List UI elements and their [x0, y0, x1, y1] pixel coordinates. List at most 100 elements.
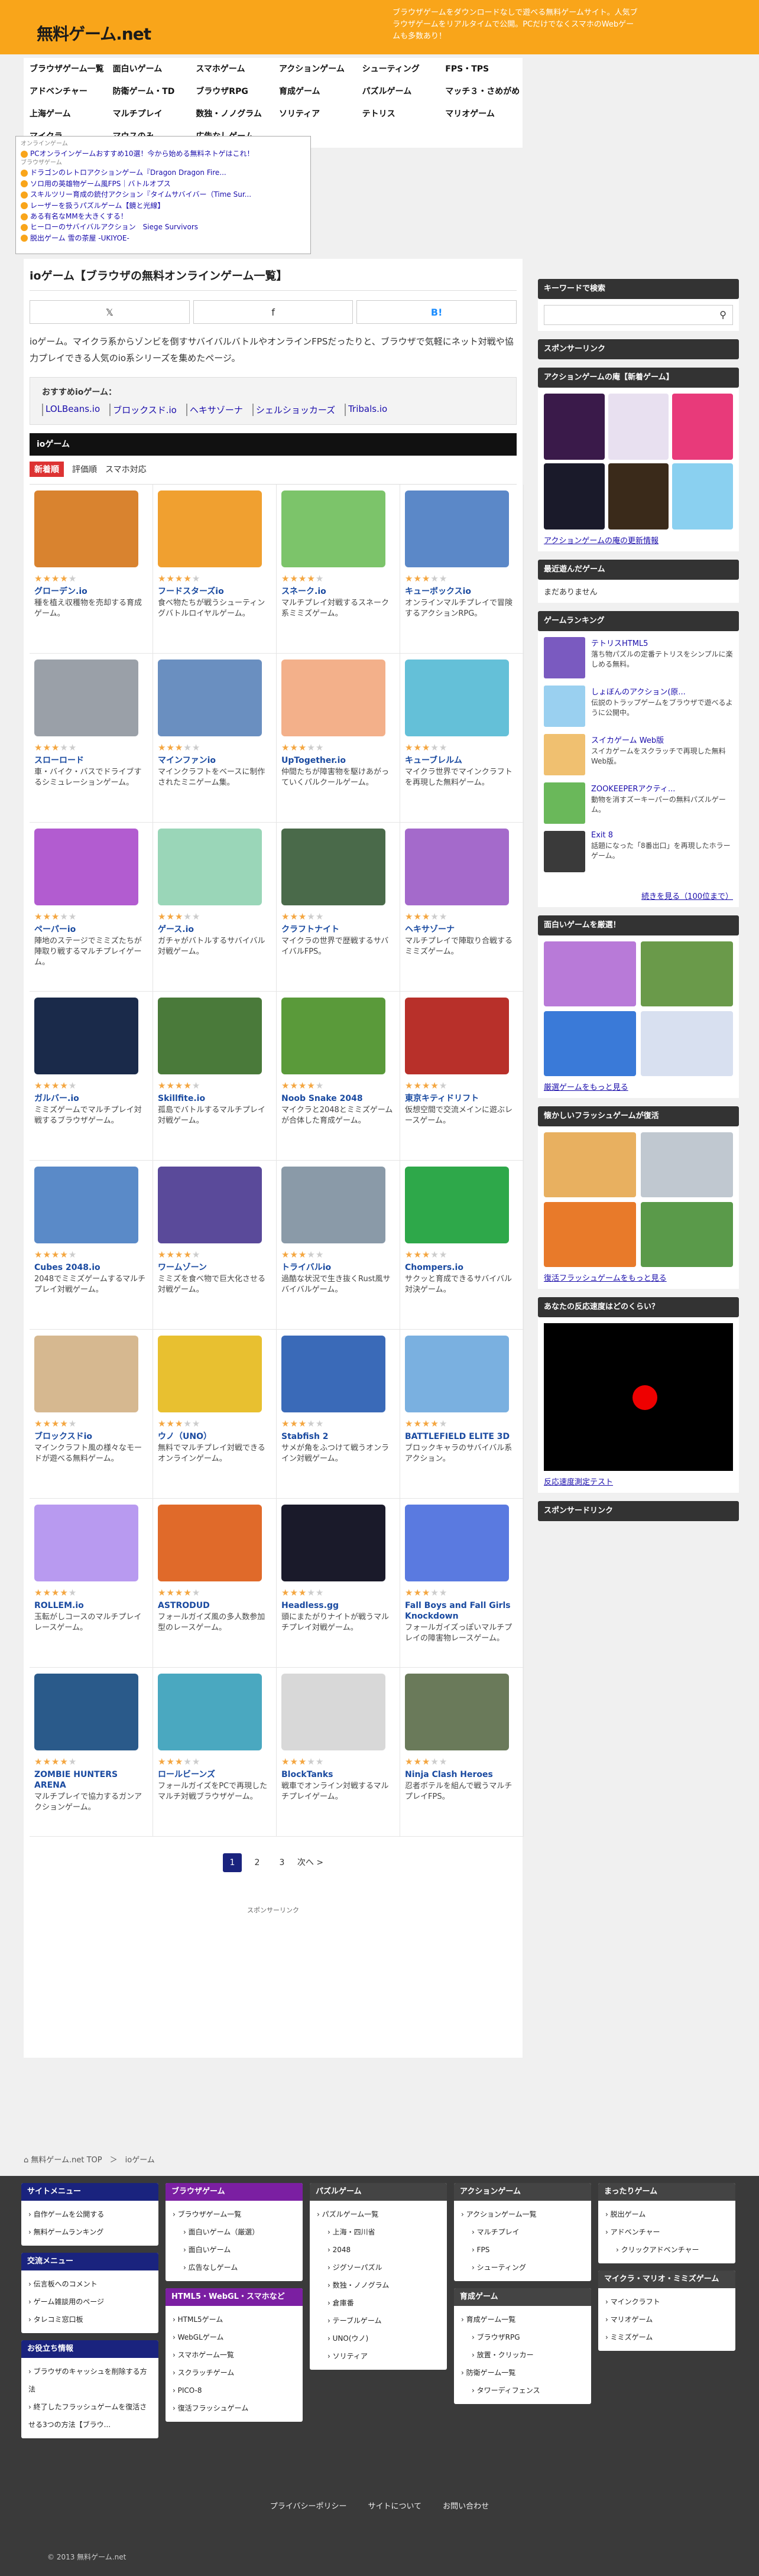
footer-link[interactable]: › アクションゲーム一覧	[461, 2205, 584, 2223]
footer-link[interactable]: › ゲーム雑談用のページ	[28, 2293, 151, 2311]
footer-link[interactable]: › マルチプレイ	[461, 2223, 584, 2241]
game-title[interactable]: BlockTanks	[281, 1769, 395, 1780]
footer-link[interactable]: › アドベンチャー	[605, 2223, 728, 2241]
game-card[interactable]: ★★★★★ BlockTanks 戦車でオンライン対戦するマルチプレイゲーム。	[277, 1668, 400, 1837]
reaction-test-area[interactable]	[544, 1323, 733, 1471]
ranking-title[interactable]: しょぼんのアクション(原...	[591, 688, 686, 697]
share-hatena-button[interactable]: B!	[356, 300, 517, 324]
game-title[interactable]: Chompers.io	[405, 1262, 518, 1273]
game-title[interactable]: キューブレルム	[405, 755, 518, 766]
footer-link[interactable]: › 上海・四川省	[317, 2223, 440, 2241]
game-card[interactable]: ★★★★★ グローデン.io 種を植え収穫物を売却する育成ゲーム。	[30, 485, 153, 654]
footer-link[interactable]: › 広告なしゲーム	[173, 2259, 296, 2276]
footer-link[interactable]: › ブラウザのキャッシュを削除する方法	[28, 2363, 151, 2398]
game-title[interactable]: 東京キティドリフト	[405, 1093, 518, 1104]
footer-link[interactable]: › パズルゲーム一覧	[317, 2205, 440, 2223]
game-title[interactable]: ガルバー.io	[34, 1093, 148, 1104]
news-link[interactable]: スキルツリー育成の銃付アクション『タイムサバイバー（Time Sur...	[30, 190, 251, 199]
arcade-link[interactable]: アクションゲームの庵の更新情報	[544, 534, 733, 545]
game-card[interactable]: ★★★★★ Headless.gg 頭にまたがりナイトが戦うマルチプレイ対戦ゲーム。	[277, 1499, 400, 1668]
nav-item[interactable]: パズルゲーム	[356, 80, 440, 103]
game-thumbnail[interactable]	[281, 829, 385, 905]
nav-item[interactable]: スマホゲーム	[190, 58, 273, 80]
footer-link[interactable]: › WebGLゲーム	[173, 2328, 296, 2346]
game-thumbnail[interactable]	[405, 490, 509, 567]
game-card[interactable]: ★★★★★ スネーク.io マルチプレイ対戦するスネーク系ミミズゲーム。	[277, 485, 400, 654]
footer-link[interactable]: › タレコミ窓口板	[28, 2311, 151, 2328]
footer-link[interactable]: › 数独・ノノグラム	[317, 2276, 440, 2294]
footer-link-label[interactable]: 無料ゲームランキング	[34, 2228, 104, 2236]
game-thumbnail[interactable]	[281, 1674, 385, 1750]
footer-link-label[interactable]: タレコミ窓口板	[34, 2315, 83, 2324]
game-title[interactable]: ワームゾーン	[158, 1262, 271, 1273]
game-title[interactable]: マインファンio	[158, 755, 271, 766]
game-thumbnail[interactable]	[158, 660, 262, 736]
game-thumbnail[interactable]	[34, 1167, 138, 1243]
game-card[interactable]: ★★★★★ ロールビーンズ フォールガイズをPCで再現したマルチ対戦ブラウザゲーム。	[153, 1668, 277, 1837]
game-card[interactable]: ★★★★★ Stabfish 2 サメが角をふつけて戦うオンライン対戦ゲーム。	[277, 1330, 400, 1499]
search-icon[interactable]: ⚲	[719, 309, 726, 320]
nav-item[interactable]: 数独・ノノグラム	[190, 103, 273, 125]
game-thumbnail[interactable]	[158, 1674, 262, 1750]
footer-link-label[interactable]: ブラウザのキャッシュを削除する方法	[28, 2367, 147, 2393]
game-card[interactable]: ★★★★★ フードスターズio 食べ物たちが戦うシューティングバトルロイヤルゲーム。	[153, 485, 277, 654]
ranking-item[interactable]: Exit 8 話題になった「8番出口」を再現したホラーゲーム。	[544, 831, 733, 872]
game-thumbnail[interactable]	[544, 394, 605, 460]
game-thumbnail[interactable]	[34, 660, 138, 736]
game-card[interactable]: ★★★★★ Ninja Clash Heroes 忍者ボテルを組んで戦うマルチプレイ…	[400, 1668, 524, 1837]
recommend-link[interactable]: ブロックスド.io	[109, 404, 177, 416]
breadcrumb[interactable]: ⌂ 無料ゲーム.net TOP ＞ ioゲーム	[24, 2153, 155, 2165]
site-logo[interactable]: 無料ゲーム.net	[37, 21, 151, 45]
share-x-button[interactable]: 𝕏	[30, 300, 190, 324]
game-thumbnail[interactable]	[544, 1202, 636, 1267]
footer-link[interactable]: › ジグソーパズル	[317, 2259, 440, 2276]
nav-item[interactable]: アクションゲーム	[273, 58, 356, 80]
game-card[interactable]: ★★★★★ キューボックスio オンラインマルチプレイで冒険するアクションRPG。	[400, 485, 524, 654]
game-card[interactable]: ★★★★★ Fall Boys and Fall Girls Knockdown フ…	[400, 1499, 524, 1668]
footer-link[interactable]: › 面白いゲーム	[173, 2241, 296, 2259]
game-title[interactable]: キューボックスio	[405, 586, 518, 597]
ranking-thumbnail[interactable]	[544, 734, 585, 775]
game-title[interactable]: トライバルio	[281, 1262, 395, 1273]
game-title[interactable]: Headless.gg	[281, 1600, 395, 1611]
footer-link[interactable]: › 防衛ゲーム一覧	[461, 2364, 584, 2382]
game-thumbnail[interactable]	[608, 463, 669, 530]
game-card[interactable]: ★★★★★ ゲース.io ガチャがバトルするサバイバル対戦ゲーム。	[153, 823, 277, 992]
footer-link-label[interactable]: アドベンチャー	[611, 2228, 660, 2236]
footer-link-label[interactable]: タワーディフェンス	[477, 2386, 540, 2395]
game-thumbnail[interactable]	[34, 1674, 138, 1750]
recommend-link[interactable]: ヘキサゾーナ	[186, 404, 243, 416]
game-card[interactable]: ★★★★★ ROLLEM.io 玉転がしコースのマルチプレイレースゲーム。	[30, 1499, 153, 1668]
footer-link-label[interactable]: アクションゲーム一覧	[466, 2210, 537, 2218]
footer-link-label[interactable]: スクラッチゲーム	[178, 2369, 235, 2377]
game-thumbnail[interactable]	[405, 1505, 509, 1581]
game-title[interactable]: ヘキサゾーナ	[405, 924, 518, 935]
game-thumbnail[interactable]	[34, 1505, 138, 1581]
news-link[interactable]: ヒーローのサバイバルアクション Siege Survivors	[30, 223, 198, 231]
footer-link[interactable]: › PICO-8	[173, 2382, 296, 2399]
game-thumbnail[interactable]	[34, 490, 138, 567]
footer-link[interactable]: › ミミズゲーム	[605, 2328, 728, 2346]
footer-link-label[interactable]: 育成ゲーム一覧	[466, 2315, 516, 2324]
ranking-thumbnail[interactable]	[544, 831, 585, 872]
footer-link[interactable]: › 育成ゲーム一覧	[461, 2311, 584, 2328]
game-thumbnail[interactable]	[641, 1011, 733, 1076]
tab-new[interactable]: 新着順	[30, 462, 64, 477]
game-card[interactable]: ★★★★★ ワームゾーン ミミズを食べ物で巨大化させる対戦ゲーム。	[153, 1161, 277, 1330]
page-3[interactable]: 3	[273, 1853, 291, 1872]
game-title[interactable]: ウノ（UNO）	[158, 1431, 271, 1442]
footer-link[interactable]: › ブラウザゲーム一覧	[173, 2205, 296, 2223]
footer-link-label[interactable]: 面白いゲーム（厳選）	[189, 2228, 260, 2236]
game-title[interactable]: BATTLEFIELD ELITE 3D	[405, 1431, 518, 1442]
nav-item[interactable]: ブラウザゲーム一覧	[24, 58, 107, 80]
footer-link-label[interactable]: ブラウザRPG	[477, 2333, 520, 2341]
game-thumbnail[interactable]	[641, 1132, 733, 1197]
game-thumbnail[interactable]	[281, 490, 385, 567]
footer-link[interactable]: › 無料ゲームランキング	[28, 2223, 151, 2241]
footer-link-label[interactable]: 広告なしゲーム	[189, 2263, 238, 2272]
footer-link[interactable]: › マインクラフト	[605, 2293, 728, 2311]
footer-link-label[interactable]: ジグソーパズル	[333, 2263, 382, 2272]
game-thumbnail[interactable]	[158, 1167, 262, 1243]
nav-item[interactable]: マルチプレイ	[107, 103, 190, 125]
game-thumbnail[interactable]	[34, 829, 138, 905]
